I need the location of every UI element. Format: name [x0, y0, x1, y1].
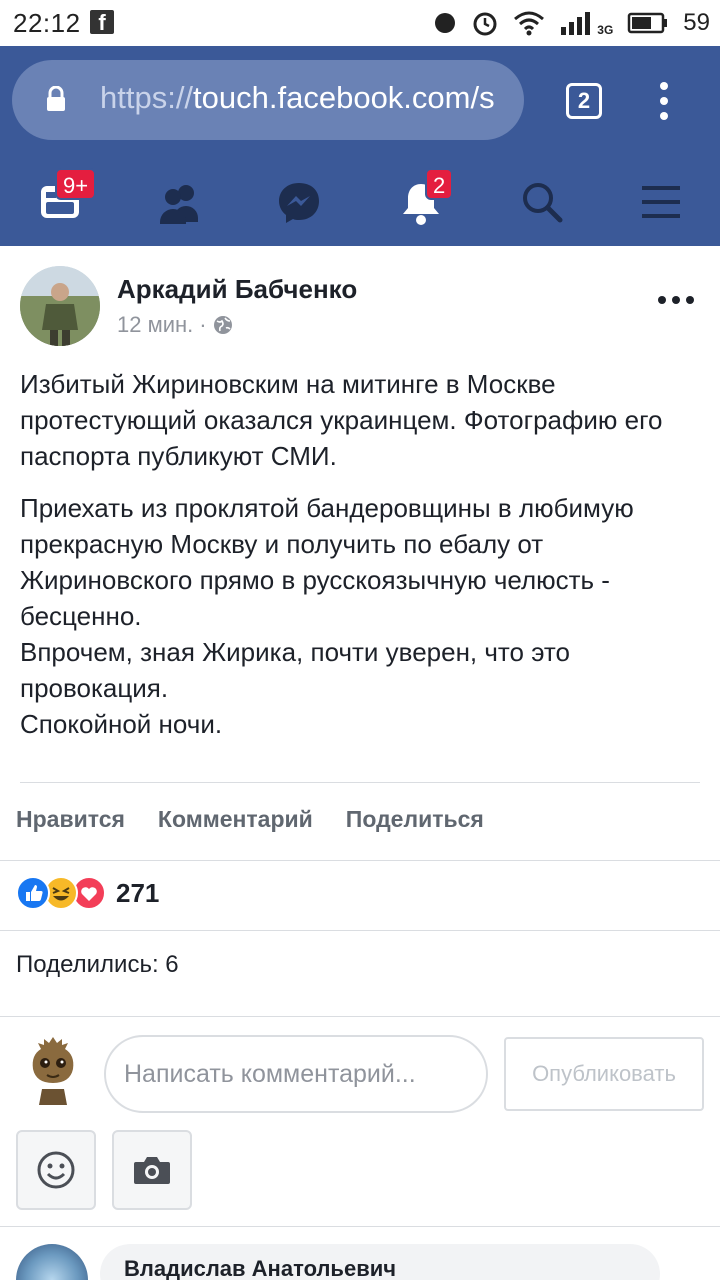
- messenger-icon: [279, 183, 319, 223]
- globe-icon: [213, 316, 232, 334]
- news-feed-tab[interactable]: 9+: [37, 168, 97, 226]
- facebook-notification-icon: f: [90, 10, 114, 35]
- post-timestamp[interactable]: 12 мин.: [117, 312, 193, 338]
- lock-icon: [47, 86, 65, 111]
- share-button[interactable]: Поделиться: [346, 806, 484, 833]
- search-icon: [523, 183, 563, 223]
- wifi-icon: [514, 11, 545, 36]
- browser-menu-button[interactable]: [654, 82, 674, 122]
- post-paragraph: Избитый Жириновским на митинге в Москве …: [20, 369, 663, 471]
- search-tab[interactable]: [518, 176, 568, 226]
- facebook-nav-bar: 9+ 2: [0, 156, 720, 246]
- author-avatar[interactable]: [20, 266, 100, 346]
- photo-button[interactable]: [112, 1130, 192, 1210]
- divider: [0, 860, 720, 861]
- meta-separator: ·: [199, 312, 207, 337]
- comment-button[interactable]: Комментарий: [158, 806, 313, 833]
- like-reaction-icon: [16, 876, 50, 910]
- post-author-name[interactable]: Аркадий Бабченко: [117, 274, 357, 305]
- groot-avatar-image: [32, 1037, 74, 1105]
- menu-tab[interactable]: [638, 176, 688, 226]
- author-avatar-image: [20, 266, 100, 346]
- emoji-button[interactable]: [16, 1130, 96, 1210]
- like-button[interactable]: Нравится: [16, 806, 125, 833]
- post-options-button[interactable]: [658, 296, 694, 304]
- browser-toolbar: https://touch.facebook.com/s 2: [0, 46, 720, 156]
- post-text: Избитый Жириновским на митинге в Москве …: [20, 366, 710, 758]
- reactions-summary[interactable]: 271: [16, 876, 159, 910]
- url-text: https://touch.facebook.com/s: [100, 80, 495, 116]
- address-bar[interactable]: https://touch.facebook.com/s: [12, 60, 524, 140]
- tab-switcher-button[interactable]: 2: [566, 83, 602, 119]
- post-actions: Нравится Комментарий Поделиться: [16, 806, 484, 833]
- signal-icon: [561, 12, 591, 35]
- divider: [20, 782, 700, 783]
- divider: [0, 1016, 720, 1017]
- messenger-tab[interactable]: [276, 176, 326, 226]
- do-not-disturb-icon: [435, 13, 456, 33]
- smiley-icon: [37, 1151, 75, 1189]
- camera-icon: [134, 1157, 170, 1184]
- divider: [0, 1226, 720, 1227]
- battery-level: 59: [683, 9, 710, 36]
- status-bar: 22:12 f 3G 59: [0, 0, 720, 46]
- alarm-icon: [473, 12, 497, 36]
- post-paragraph: Приехать из проклятой бандеровщины в люб…: [20, 493, 634, 739]
- hamburger-menu-icon: [642, 186, 680, 218]
- status-time: 22:12: [13, 8, 81, 38]
- commenter-avatar[interactable]: [16, 1244, 88, 1280]
- comment-bubble: Владислав Анатольевич: [100, 1244, 660, 1280]
- comment-item: Владислав Анатольевич: [16, 1244, 720, 1280]
- status-icons: 3G 59: [433, 6, 710, 40]
- friends-tab[interactable]: [156, 176, 206, 226]
- url-scheme: https://: [100, 80, 194, 115]
- comment-input[interactable]: Написать комментарий...: [104, 1035, 488, 1113]
- notifications-tab[interactable]: 2: [397, 168, 454, 226]
- divider: [0, 930, 720, 931]
- current-user-avatar: [22, 1033, 84, 1107]
- battery-icon: [628, 12, 668, 34]
- reactions-count: 271: [116, 877, 160, 908]
- post-meta: 12 мин. ·: [117, 312, 233, 338]
- url-host: touch.facebook.com/s: [193, 80, 495, 115]
- shares-count[interactable]: Поделились: 6: [16, 951, 179, 979]
- publish-comment-button[interactable]: Опубликовать: [504, 1037, 704, 1111]
- friends-icon: [160, 185, 198, 224]
- network-type: 3G: [597, 23, 614, 37]
- commenter-name[interactable]: Владислав Анатольевич: [124, 1256, 396, 1280]
- notifications-badge: 2: [425, 168, 454, 200]
- feed-badge: 9+: [55, 168, 97, 200]
